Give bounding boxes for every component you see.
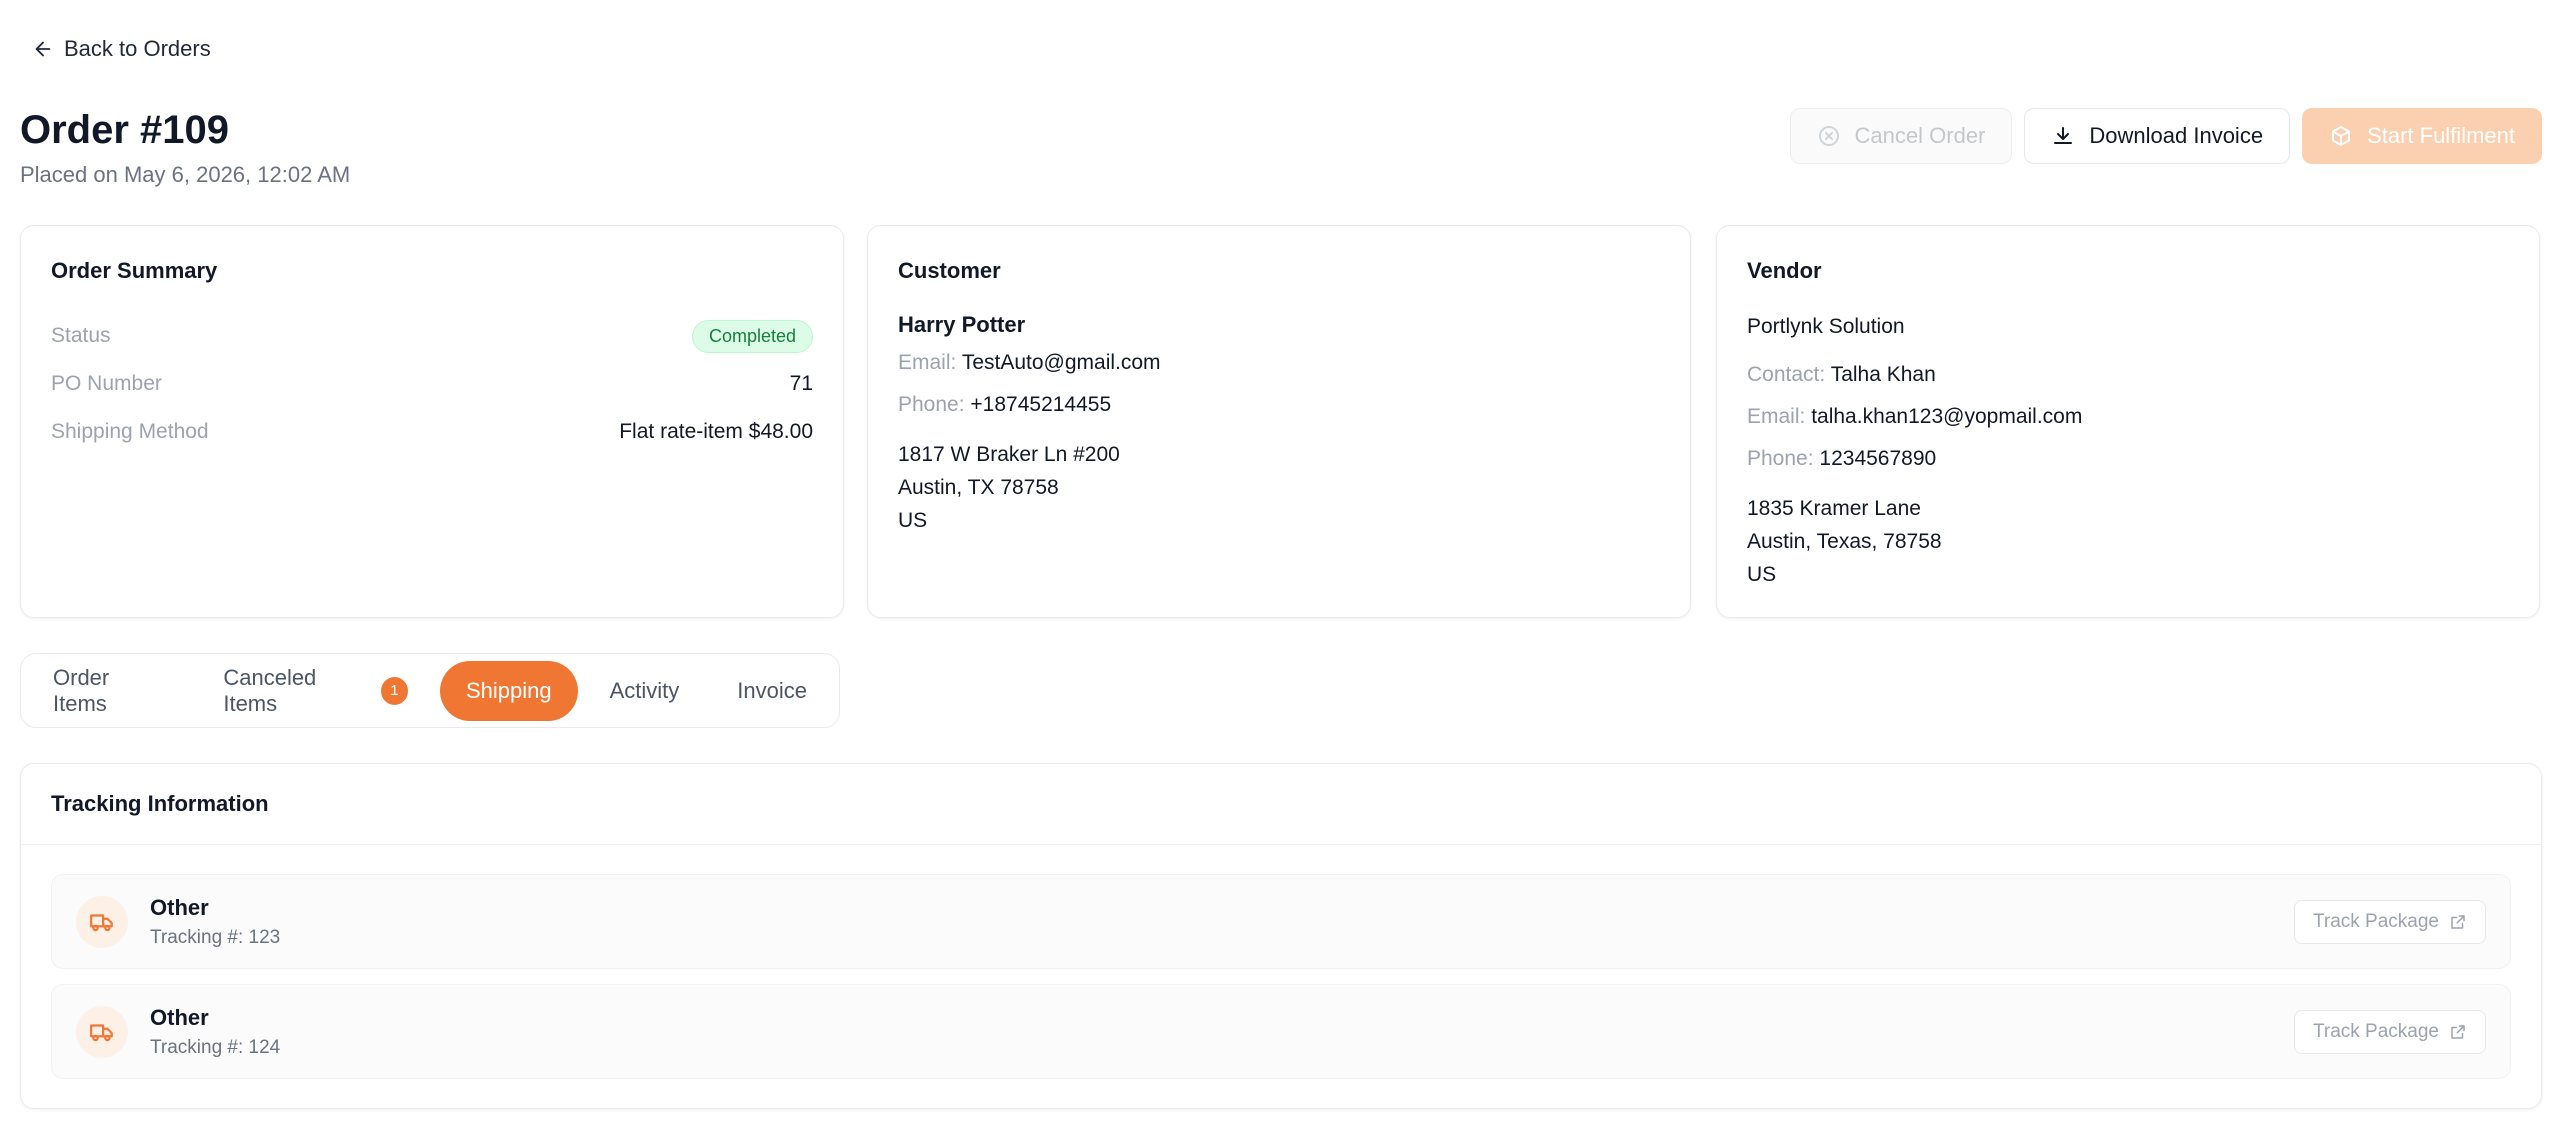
customer-address-line: Austin, TX 78758: [898, 476, 1059, 499]
order-summary-card: Order Summary Status Completed PO Number…: [20, 225, 844, 618]
vendor-email-line: Email: talha.khan123@yopmail.com: [1747, 396, 2509, 438]
vendor-name: Portlynk Solution: [1747, 315, 1905, 338]
customer-email-label: Email:: [898, 351, 957, 374]
vendor-phone-label: Phone:: [1747, 447, 1814, 470]
vendor-email-label: Email:: [1747, 405, 1806, 428]
tracking-information-card: Tracking Information Other Tracking #: 1…: [20, 763, 2542, 1109]
vendor-phone: 1234567890: [1819, 447, 1937, 470]
external-link-icon: [2451, 914, 2465, 929]
customer-card: Customer Harry Potter Email: TestAuto@gm…: [867, 225, 1691, 618]
customer-email: TestAuto@gmail.com: [961, 351, 1161, 374]
vendor-card: Vendor Portlynk Solution Contact: Talha …: [1716, 225, 2540, 618]
vendor-contact-line: Contact: Talha Khan: [1747, 354, 2509, 396]
vendor-contact-label: Contact:: [1747, 363, 1826, 386]
tab-order-items[interactable]: Order Items: [27, 661, 191, 721]
shipping-method-label: Shipping Method: [51, 420, 209, 443]
carrier-name: Other: [150, 894, 209, 920]
status-label: Status: [51, 324, 111, 347]
package-info: Other Tracking #: 124: [150, 1005, 280, 1059]
download-invoice-button[interactable]: Download Invoice: [2024, 108, 2291, 164]
vendor-address-line: US: [1747, 563, 1777, 586]
vendor-email: talha.khan123@yopmail.com: [1811, 405, 2083, 428]
track-package-button[interactable]: Track Package: [2293, 899, 2486, 944]
back-to-orders-link[interactable]: Back to Orders: [32, 36, 211, 62]
tracking-number: Tracking #: 124: [150, 1036, 281, 1058]
order-placed-date: Placed on May 6, 2026, 12:02 AM: [20, 162, 351, 187]
order-actions: Cancel Order Download Invoice Start Fulf…: [1789, 108, 2542, 164]
package-icon: [2332, 126, 2351, 146]
customer-address-line: 1817 W Braker Ln #200: [898, 443, 1120, 466]
truck-icon: [76, 895, 128, 948]
customer-email-line: Email: TestAuto@gmail.com: [898, 342, 1660, 384]
vendor-address-line: 1835 Kramer Lane: [1747, 497, 1921, 520]
order-summary-title: Order Summary: [51, 258, 218, 283]
package-info: Other Tracking #: 123: [150, 895, 280, 949]
customer-phone-label: Phone:: [898, 393, 965, 416]
vendor-phone-line: Phone: 1234567890: [1747, 438, 2509, 480]
status-badge: Completed: [691, 319, 813, 353]
shipping-method-value: Flat rate-item $48.00: [619, 420, 813, 443]
customer-address: 1817 W Braker Ln #200 Austin, TX 78758 U…: [898, 438, 1660, 537]
customer-phone: +18745214455: [970, 393, 1112, 416]
po-number-value: 71: [789, 372, 813, 395]
shipping-method-row: Shipping Method Flat rate-item $48.00: [51, 408, 813, 456]
truck-icon: [76, 1005, 128, 1058]
x-circle-icon: [1818, 126, 1839, 146]
tab-canceled-items[interactable]: Canceled Items 1: [197, 661, 434, 721]
vendor-title: Vendor: [1747, 258, 1822, 283]
tab-activity[interactable]: Activity: [584, 661, 706, 721]
tab-invoice[interactable]: Invoice: [711, 661, 833, 721]
order-tabs: Order Items Canceled Items 1 Shipping Ac…: [20, 653, 840, 728]
download-invoice-label: Download Invoice: [2089, 123, 2264, 148]
track-package-button[interactable]: Track Package: [2293, 1009, 2486, 1054]
customer-name: Harry Potter: [898, 312, 1026, 337]
external-link-icon: [2451, 1024, 2465, 1039]
tracking-package-item: Other Tracking #: 123 Track Package: [51, 874, 2511, 969]
back-label: Back to Orders: [64, 36, 211, 61]
vendor-address-line: Austin, Texas, 78758: [1747, 530, 1942, 553]
track-package-label: Track Package: [2312, 1020, 2439, 1042]
tracking-number: Tracking #: 123: [150, 926, 281, 948]
page-title: Order #109: [20, 108, 230, 152]
customer-address-line: US: [898, 509, 928, 532]
vendor-address: 1835 Kramer Lane Austin, Texas, 78758 US: [1747, 492, 2509, 591]
carrier-name: Other: [150, 1004, 209, 1030]
tab-label: Activity: [609, 677, 680, 703]
tab-label: Shipping: [465, 677, 552, 703]
vendor-contact: Talha Khan: [1830, 363, 1936, 386]
po-number-row: PO Number 71: [51, 360, 813, 408]
download-icon: [2054, 127, 2073, 144]
tracking-title: Tracking Information: [21, 764, 2541, 845]
tab-label: Invoice: [737, 677, 807, 703]
tab-shipping[interactable]: Shipping: [439, 660, 578, 721]
customer-phone-line: Phone: +18745214455: [898, 384, 1660, 426]
cancel-order-button[interactable]: Cancel Order: [1789, 108, 2013, 164]
tracking-package-item: Other Tracking #: 124 Track Package: [51, 984, 2511, 1079]
start-fulfilment-label: Start Fulfilment: [2367, 123, 2515, 148]
tab-label: Order Items: [53, 664, 110, 716]
arrow-left-icon: [35, 41, 51, 57]
start-fulfilment-button[interactable]: Start Fulfilment: [2302, 108, 2542, 164]
canceled-count-badge: 1: [380, 676, 408, 705]
track-package-label: Track Package: [2312, 910, 2439, 932]
tab-label: Canceled Items: [223, 664, 317, 716]
status-row: Status Completed: [51, 312, 813, 360]
cancel-order-label: Cancel Order: [1854, 123, 1986, 148]
customer-title: Customer: [898, 258, 1001, 283]
po-number-label: PO Number: [51, 372, 162, 395]
